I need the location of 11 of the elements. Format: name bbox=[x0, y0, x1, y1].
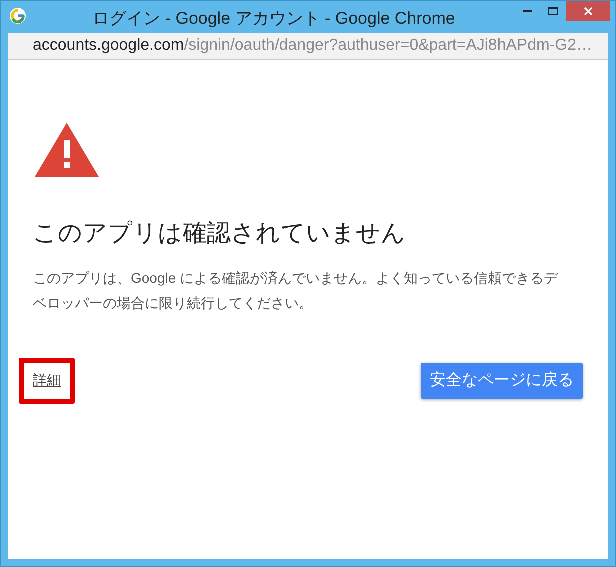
address-bar[interactable]: accounts.google.com/signin/oauth/danger?authuser=0&part=AJi8hAPdm-G2… bbox=[8, 33, 608, 60]
close-icon bbox=[584, 6, 592, 16]
warning-message: このアプリは、Google による確認が済んでいません。よく知っている信頼できるデベロッパーの場合に限り続行してください。 bbox=[33, 269, 560, 313]
heading: このアプリは確認されていません bbox=[33, 219, 407, 249]
window-title: ログイン - Google アカウント - Google Chrome bbox=[92, 8, 456, 30]
back-to-safety-button[interactable]: 安全なページに戻る bbox=[421, 363, 583, 399]
details-link[interactable]: 詳細 bbox=[33, 372, 61, 388]
url-text: accounts.google.com/signin/oauth/danger?authuser=0&part=AJi8hAPdm-G2… bbox=[33, 36, 592, 56]
chrome-logo-icon bbox=[10, 8, 26, 24]
close-button[interactable] bbox=[566, 1, 610, 21]
warning-icon bbox=[34, 122, 100, 178]
